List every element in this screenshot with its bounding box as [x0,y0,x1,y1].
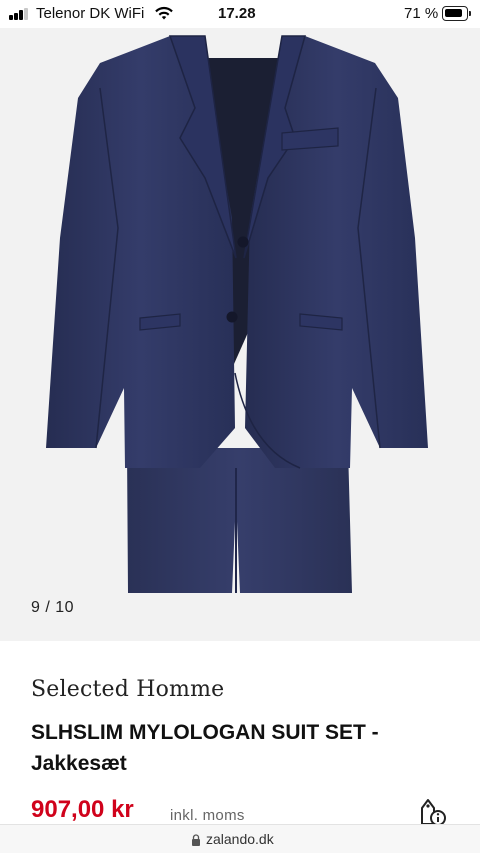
price-tag-info-icon[interactable] [416,796,446,826]
tax-note: inkl. moms [170,807,245,824]
lock-icon [192,834,200,846]
signal-icon [9,8,31,20]
brand-name[interactable]: Selected Homme [31,677,224,702]
product-price: 907,00 kr [31,796,134,823]
carrier-name: Telenor DK WiFi [36,5,145,22]
url-text[interactable]: zalando.dk [206,831,274,847]
image-counter: 9 / 10 [31,599,75,616]
status-bar: Telenor DK WiFi 17.28 71 % [0,0,480,28]
battery-icon [442,6,472,21]
status-time: 17.28 [218,5,256,22]
product-title: SLHSLIM MYLOLOGAN SUIT SET - Jakkesæt [31,721,379,775]
wifi-icon [155,6,173,20]
product-gallery[interactable]: 9 / 10 [0,28,480,641]
browser-url-bar[interactable]: zalando.dk [0,824,480,853]
battery-percentage: 71 % [404,5,439,22]
product-image[interactable] [0,28,480,641]
